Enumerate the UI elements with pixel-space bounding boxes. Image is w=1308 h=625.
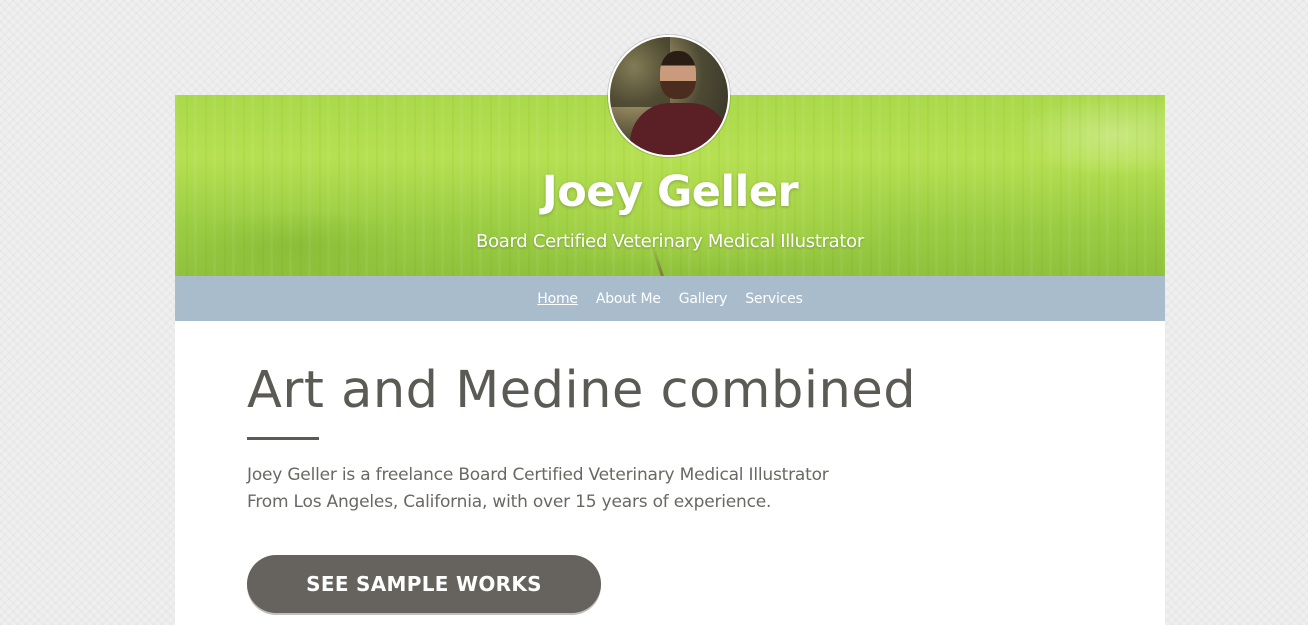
nav-item-services[interactable]: Services xyxy=(745,291,803,307)
avatar-shirt xyxy=(630,103,728,155)
intro-line-1: Joey Geller is a freelance Board Certifi… xyxy=(247,465,829,485)
headline-divider xyxy=(247,437,319,440)
intro-line-2: From Los Angeles, California, with over … xyxy=(247,492,772,512)
intro-section: Art and Medine combined Joey Geller is a… xyxy=(247,365,1107,516)
avatar-head xyxy=(660,51,696,99)
main-nav: Home About Me Gallery Services xyxy=(175,276,1165,321)
see-sample-works-button[interactable]: SEE SAMPLE WORKS xyxy=(247,555,601,613)
profile-name: Joey Geller xyxy=(541,167,799,217)
page-headline: Art and Medine combined xyxy=(247,361,917,420)
intro-text: Joey Geller is a freelance Board Certifi… xyxy=(247,462,1107,516)
profile-avatar xyxy=(608,35,730,157)
nav-item-about-me[interactable]: About Me xyxy=(596,291,661,307)
nav-item-gallery[interactable]: Gallery xyxy=(679,291,728,307)
nav-item-home[interactable]: Home xyxy=(537,291,578,307)
profile-subtitle: Board Certified Veterinary Medical Illus… xyxy=(476,231,864,252)
page-container: Joey Geller Board Certified Veterinary M… xyxy=(175,95,1165,625)
